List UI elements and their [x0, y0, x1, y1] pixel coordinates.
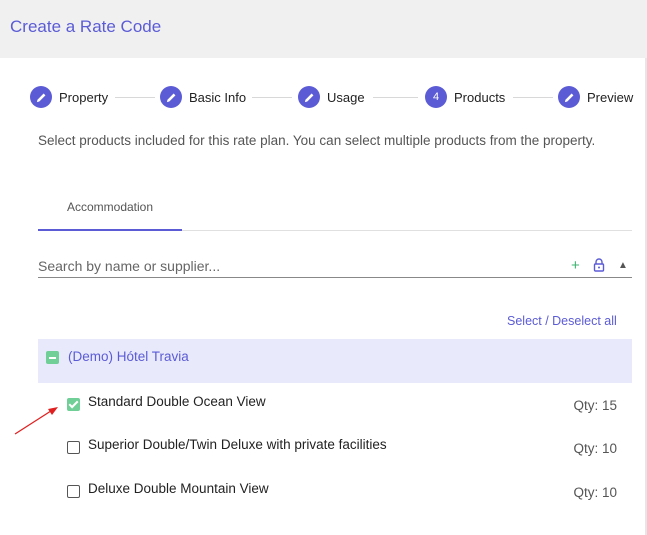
step-label: Property — [59, 89, 109, 105]
search-underline — [38, 277, 632, 278]
pencil-icon — [160, 86, 182, 108]
product-qty: Qty: 15 — [573, 398, 617, 413]
product-name: Deluxe Double Mountain View — [88, 481, 269, 496]
step-products[interactable]: 4 Products — [425, 86, 505, 108]
product-row[interactable]: Standard Double Ocean View Qty: 15 — [38, 394, 632, 438]
product-qty: Qty: 10 — [573, 441, 617, 456]
stepper: Property Basic Info Usage 4 Products Pre… — [30, 86, 640, 108]
checkmark-icon — [68, 398, 79, 409]
product-row[interactable]: Deluxe Double Mountain View Qty: 10 — [38, 481, 632, 525]
property-group-row[interactable]: (Demo) Hótel Travia — [38, 339, 632, 383]
lock-icon[interactable] — [593, 258, 605, 272]
property-name: (Demo) Hótel Travia — [68, 349, 189, 364]
caret-up-icon[interactable]: ▲ — [618, 259, 628, 273]
page-title: Create a Rate Code — [10, 17, 162, 36]
step-connector — [513, 97, 553, 98]
product-row[interactable]: Superior Double/Twin Deluxe with private… — [38, 437, 632, 481]
step-connector — [373, 97, 418, 98]
step-label: Usage — [327, 89, 365, 105]
step-label: Products — [454, 89, 506, 105]
select-deselect-all-link[interactable]: Select / Deselect all — [507, 314, 617, 328]
step-connector — [115, 97, 155, 98]
step-number: 4 — [425, 86, 447, 108]
product-checkbox[interactable] — [67, 398, 80, 411]
step-basic-info[interactable]: Basic Info — [160, 86, 246, 108]
product-checkbox[interactable] — [67, 485, 80, 498]
search-input[interactable] — [38, 256, 548, 276]
product-name: Superior Double/Twin Deluxe with private… — [88, 437, 387, 452]
step-label: Basic Info — [189, 89, 247, 105]
page-header: Create a Rate Code — [0, 0, 647, 58]
tab-divider — [182, 230, 632, 231]
product-name: Standard Double Ocean View — [88, 394, 266, 409]
pencil-icon — [298, 86, 320, 108]
product-qty: Qty: 10 — [573, 485, 617, 500]
step-label: Preview — [587, 89, 634, 105]
step-connector — [252, 97, 292, 98]
instructions-text: Select products included for this rate p… — [38, 133, 596, 148]
step-property[interactable]: Property — [30, 86, 108, 108]
indeterminate-checkbox[interactable] — [46, 351, 59, 364]
step-usage[interactable]: Usage — [298, 86, 365, 108]
plus-icon[interactable]: + — [571, 257, 580, 274]
pencil-icon — [558, 86, 580, 108]
step-preview[interactable]: Preview — [558, 86, 633, 108]
tab-accommodation[interactable]: Accommodation — [38, 200, 182, 231]
active-tab-indicator — [38, 229, 182, 231]
annotation-arrow-icon — [14, 407, 58, 435]
pencil-icon — [30, 86, 52, 108]
product-checkbox[interactable] — [67, 441, 80, 454]
